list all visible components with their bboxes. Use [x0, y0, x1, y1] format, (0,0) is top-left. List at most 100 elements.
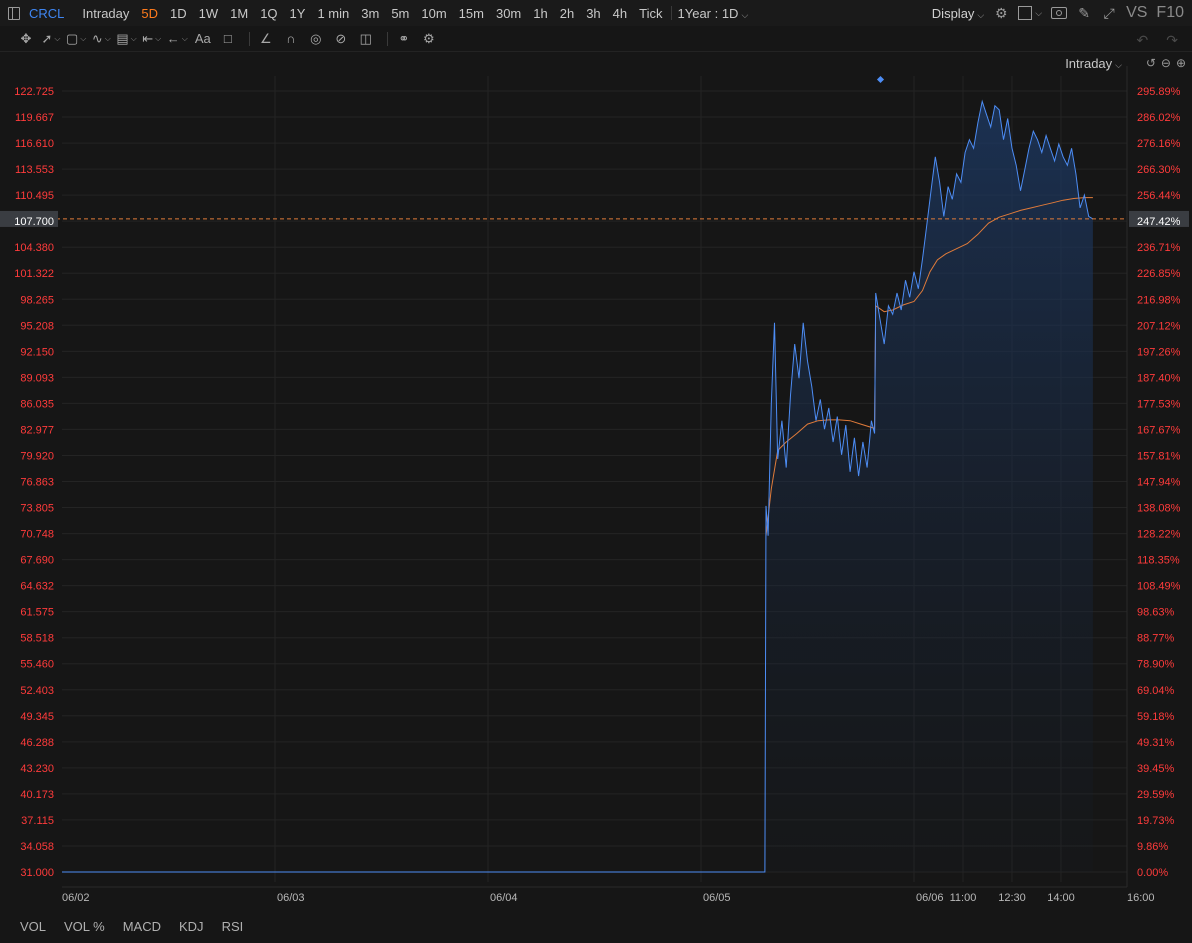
layout-menu[interactable]: ⌵	[1018, 6, 1042, 20]
price-tick-label: 58.518	[20, 633, 54, 645]
price-tick-label: 40.173	[20, 789, 54, 801]
redo-icon[interactable]: ↷	[1166, 32, 1178, 49]
price-tick-label: 37.115	[21, 815, 54, 827]
percent-tick-label: 0.00%	[1137, 867, 1168, 879]
comment-icon[interactable]: □	[218, 29, 238, 49]
display-label: Display	[931, 5, 975, 21]
tf-15m[interactable]: 15m	[453, 6, 490, 21]
reset-icon[interactable]: ↺	[1146, 56, 1156, 70]
indicator-kdj[interactable]: KDJ	[179, 919, 204, 934]
undo-icon[interactable]: ↶	[1137, 32, 1149, 49]
time-tick-label: 12:30	[998, 892, 1026, 904]
tf-3m[interactable]: 3m	[355, 6, 385, 21]
percent-tick-label: 247.42%	[1137, 216, 1181, 228]
percent-tick-label: 98.63%	[1137, 607, 1175, 619]
percent-tick-label: 49.31%	[1137, 737, 1175, 749]
price-tick-label: 95.208	[20, 320, 54, 332]
fib-icon[interactable]: ▤ ⌵	[116, 29, 136, 49]
range-selector[interactable]: 1Year : 1D ⌵	[674, 6, 753, 21]
time-tick-label: 06/06	[916, 892, 944, 904]
eye-icon[interactable]: ◎	[306, 29, 326, 49]
percent-tick-label: 197.26%	[1137, 346, 1181, 358]
indicator-rsi[interactable]: RSI	[222, 919, 244, 934]
percent-tick-label: 69.04%	[1137, 685, 1175, 697]
price-tick-label: 104.380	[14, 242, 54, 254]
percent-tick-label: 59.18%	[1137, 711, 1175, 723]
price-tick-label: 110.495	[15, 190, 54, 202]
ticker-symbol[interactable]: CRCL	[29, 6, 64, 21]
indicator-vol[interactable]: VOL	[20, 919, 46, 934]
percent-tick-label: 167.67%	[1137, 424, 1181, 436]
tf-4h[interactable]: 4h	[607, 6, 633, 21]
time-tick-label: 06/03	[277, 892, 305, 904]
hide-icon[interactable]: ⊘	[331, 29, 351, 49]
trash-icon[interactable]: ◫	[356, 29, 376, 49]
tf-1d[interactable]: 1D	[164, 6, 193, 21]
percent-tick-label: 39.45%	[1137, 763, 1175, 775]
indicator-vol-pct[interactable]: VOL %	[64, 919, 105, 934]
expand-icon[interactable]: ⤢	[1101, 5, 1117, 21]
price-tick-label: 116.610	[15, 138, 54, 150]
price-tick-label: 43.230	[20, 763, 54, 775]
price-tick-label: 52.403	[20, 685, 54, 697]
tf-1m[interactable]: 1M	[224, 6, 254, 21]
drawing-toolbar: ✥ ➚ ⌵ ▢ ⌵ ∿ ⌵ ▤ ⌵ ⇤ ⌵ ← ⌵ Aa □ ∠ ∩ ◎ ⊘ ◫ ⚭ ⚙	[0, 26, 1192, 52]
price-chart[interactable]: 122.725 119.667 116.610 113.553 110.495 107.7…	[0, 52, 1192, 910]
price-tick-label: 34.058	[20, 841, 54, 853]
crosshair-icon[interactable]: ✥	[16, 29, 36, 49]
divider	[386, 31, 388, 46]
wave-icon[interactable]: ∿ ⌵	[91, 29, 111, 49]
tf-3h[interactable]: 3h	[580, 6, 606, 21]
magnet-icon[interactable]: ∩	[281, 29, 301, 49]
chevron-down-icon: ⌵	[1115, 60, 1122, 70]
panel-icon[interactable]	[8, 6, 20, 20]
text-icon[interactable]: Aa	[193, 29, 213, 49]
vs-button[interactable]: VS	[1126, 4, 1147, 22]
f10-button[interactable]: F10	[1156, 4, 1184, 22]
tf-1w[interactable]: 1W	[193, 6, 225, 21]
trendline-icon[interactable]: ➚ ⌵	[41, 29, 61, 49]
price-tick-label: 55.460	[20, 659, 54, 671]
measure-icon[interactable]: ⇤ ⌵	[142, 29, 162, 49]
eraser-line-icon[interactable]: ∠	[256, 29, 276, 49]
tf-1q[interactable]: 1Q	[254, 6, 283, 21]
tf-5m[interactable]: 5m	[385, 6, 415, 21]
chart-canvas[interactable]: 122.725 119.667 116.610 113.553 110.495 107.7…	[0, 52, 1192, 910]
tf-10m[interactable]: 10m	[415, 6, 452, 21]
tf-tick[interactable]: Tick	[633, 6, 668, 21]
percent-tick-label: 19.73%	[1137, 815, 1175, 827]
percent-tick-label: 118.35%	[1137, 555, 1180, 567]
rectangle-icon[interactable]: ▢ ⌵	[66, 29, 86, 49]
gear-icon[interactable]: ⚙	[993, 5, 1009, 21]
price-tick-label: 98.265	[20, 294, 54, 306]
tf-2h[interactable]: 2h	[554, 6, 580, 21]
percent-tick-label: 207.12%	[1137, 320, 1181, 332]
price-tick-label: 119.667	[15, 112, 54, 124]
percent-tick-label: 29.59%	[1137, 789, 1175, 801]
tf-intraday[interactable]: Intraday	[76, 6, 135, 21]
mode-selector[interactable]: Intraday ⌵	[1065, 56, 1122, 71]
price-area-fill	[764, 101, 1093, 872]
link-icon[interactable]: ⚭	[394, 29, 414, 49]
price-tick-label: 61.575	[20, 607, 54, 619]
tf-1y[interactable]: 1Y	[284, 6, 312, 21]
price-tick-label: 92.150	[20, 346, 54, 358]
gear-icon[interactable]: ⚙	[419, 29, 439, 49]
display-menu[interactable]: Display ⌵	[932, 6, 984, 21]
camera-icon[interactable]	[1051, 7, 1068, 19]
zoom-out-icon[interactable]: ⊖	[1161, 56, 1171, 70]
price-tick-label: 107.700	[14, 216, 54, 228]
price-tick-label: 46.288	[20, 737, 54, 749]
tf-30m[interactable]: 30m	[490, 6, 527, 21]
tf-1h[interactable]: 1h	[527, 6, 553, 21]
tf-1min[interactable]: 1 min	[311, 6, 355, 21]
arrow-icon[interactable]: ← ⌵	[167, 29, 188, 49]
zoom-in-icon[interactable]: ⊕	[1176, 56, 1186, 70]
price-tick-label: 49.345	[20, 711, 54, 723]
tf-5d[interactable]: 5D	[135, 6, 164, 21]
percent-tick-label: 187.40%	[1137, 372, 1181, 384]
indicator-macd[interactable]: MACD	[123, 919, 161, 934]
price-tick-label: 73.805	[20, 503, 54, 515]
pen-icon[interactable]: ✎	[1076, 5, 1092, 21]
price-tick-label: 64.632	[20, 581, 54, 593]
